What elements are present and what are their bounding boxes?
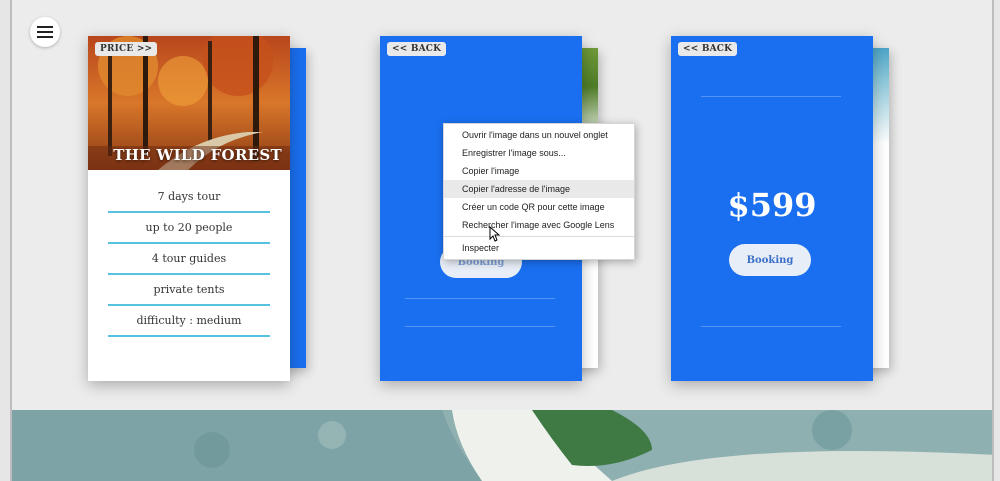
tour-card-forest: PRICE >> THE WILD FOREST 7 days tour up … xyxy=(88,36,306,381)
ctx-inspect[interactable]: Inspecter xyxy=(444,239,634,257)
ctx-save-image-as[interactable]: Enregistrer l'image sous... xyxy=(444,144,634,162)
ctx-separator xyxy=(444,236,634,237)
feature-item: private tents xyxy=(108,275,270,306)
card-back: << BACK $599 Booking xyxy=(671,36,873,381)
beach-banner-image xyxy=(12,410,992,481)
card-title: THE WILD FOREST xyxy=(113,146,282,164)
ctx-copy-image-address[interactable]: Copier l'adresse de l'image xyxy=(444,180,634,198)
ctx-search-google-lens[interactable]: Rechercher l'image avec Google Lens xyxy=(444,216,634,234)
faded-divider xyxy=(701,96,841,97)
tour-card-snow: << BACK $599 Booking xyxy=(671,36,889,381)
back-toggle-button[interactable]: << BACK xyxy=(678,42,738,56)
feature-item: difficulty : medium xyxy=(108,306,270,337)
mouse-cursor-icon xyxy=(489,226,501,242)
feature-item: 4 tour guides xyxy=(108,244,270,275)
back-toggle-button[interactable]: << BACK xyxy=(387,42,447,56)
ctx-create-qr-code[interactable]: Créer un code QR pour cette image xyxy=(444,198,634,216)
booking-button[interactable]: Booking xyxy=(729,244,811,276)
price-toggle-button[interactable]: PRICE >> xyxy=(95,42,158,56)
menu-button[interactable] xyxy=(30,17,60,47)
ctx-copy-image[interactable]: Copier l'image xyxy=(444,162,634,180)
price-value: $599 xyxy=(727,186,817,224)
feature-list: 7 days tour up to 20 people 4 tour guide… xyxy=(108,182,270,337)
context-menu: Ouvrir l'image dans un nouvel onglet Enr… xyxy=(443,123,635,260)
faded-divider xyxy=(405,326,555,327)
card-front: PRICE >> THE WILD FOREST 7 days tour up … xyxy=(88,36,290,381)
faded-divider xyxy=(405,298,555,299)
feature-item: 7 days tour xyxy=(108,182,270,213)
feature-item: up to 20 people xyxy=(108,213,270,244)
ctx-open-image-new-tab[interactable]: Ouvrir l'image dans un nouvel onglet xyxy=(444,126,634,144)
hamburger-menu-icon xyxy=(37,26,53,38)
faded-divider xyxy=(701,326,841,327)
